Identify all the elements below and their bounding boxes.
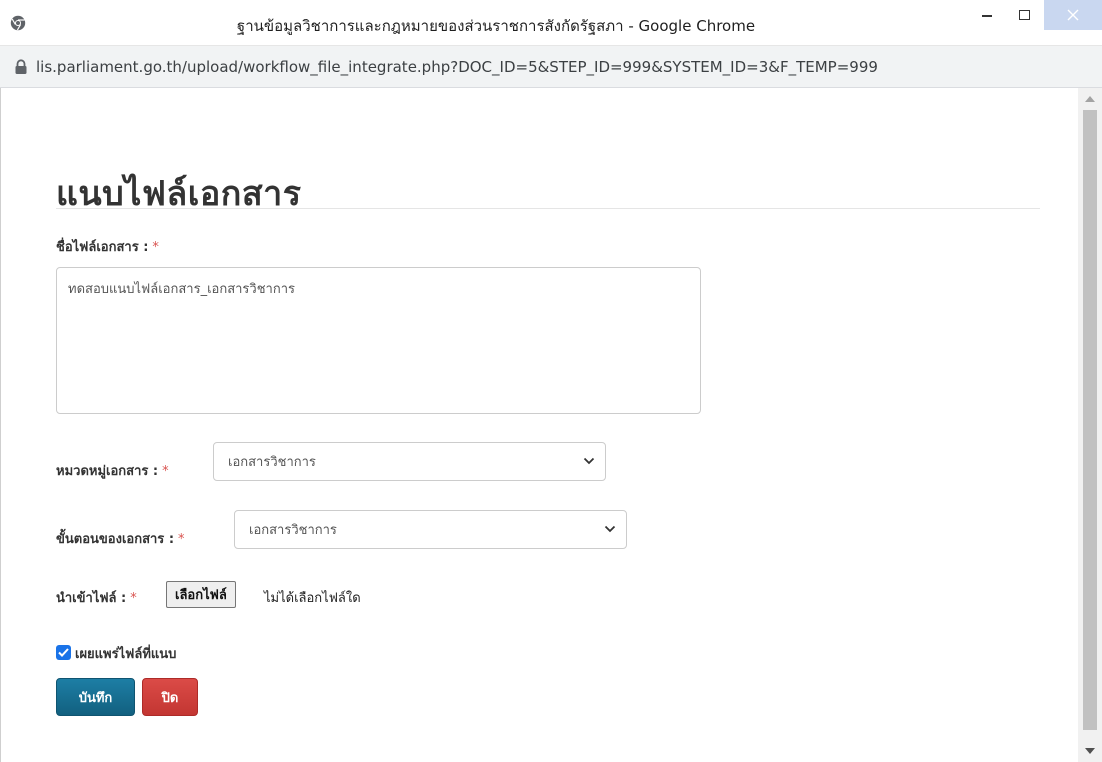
import-label: นำเข้าไฟล์ : (56, 591, 127, 606)
check-icon (58, 648, 69, 657)
required-mark: * (130, 591, 137, 606)
chevron-down-icon (583, 457, 595, 465)
no-file-chosen-text: ไม่ได้เลือกไฟล์ใด (264, 591, 361, 606)
required-mark: * (162, 464, 169, 479)
window-title: ฐานข้อมูลวิชาการและกฎหมายของส่วนราชการสั… (236, 17, 756, 35)
category-label-row: หมวดหมู่เอกสาร : * (56, 460, 169, 481)
step-select[interactable]: เอกสารวิชาการ (234, 510, 627, 549)
required-mark: * (152, 240, 159, 255)
minimize-button[interactable] (967, 0, 1007, 30)
url-text[interactable]: lis.parliament.go.th/upload/workflow_fil… (36, 58, 878, 76)
publish-label[interactable]: เผยแพร่ไฟล์ที่แนบ (75, 643, 176, 664)
save-button[interactable]: บันทึก (56, 678, 135, 716)
close-button[interactable]: ปิด (142, 678, 198, 716)
close-icon (1067, 9, 1079, 21)
filename-label-row: ชื่อไฟล์เอกสาร : * (56, 236, 159, 257)
maximize-icon (1018, 10, 1030, 20)
chevron-down-icon (604, 525, 616, 533)
scrollbar-thumb[interactable] (1083, 110, 1097, 730)
triangle-up-icon (1085, 96, 1095, 102)
lock-icon (14, 58, 28, 75)
step-label: ขั้นตอนของเอกสาร : (56, 532, 175, 547)
category-selected-value: เอกสารวิชาการ (228, 455, 316, 470)
window-titlebar: ฐานข้อมูลวิชาการและกฎหมายของส่วนราชการสั… (0, 0, 1102, 46)
maximize-button[interactable] (1004, 0, 1044, 30)
scroll-down-button[interactable] (1078, 740, 1102, 762)
step-label-row: ขั้นตอนของเอกสาร : * (56, 528, 185, 549)
step-selected-value: เอกสารวิชาการ (249, 523, 337, 538)
page-border (0, 88, 1, 762)
category-label: หมวดหมู่เอกสาร : (56, 464, 159, 479)
filename-label: ชื่อไฟล์เอกสาร : (56, 240, 149, 255)
filename-textarea[interactable]: ทดสอบแนบไฟล์เอกสาร_เอกสารวิชาการ (56, 267, 701, 414)
address-bar[interactable]: lis.parliament.go.th/upload/workflow_fil… (0, 46, 1102, 88)
vertical-scrollbar[interactable] (1078, 88, 1102, 762)
title-divider (56, 208, 1040, 209)
page-viewport: แนบไฟล์เอกสาร ชื่อไฟล์เอกสาร : * ทดสอบแนบ… (0, 88, 1102, 762)
publish-checkbox[interactable] (56, 645, 71, 660)
close-window-button[interactable] (1044, 0, 1102, 30)
category-select[interactable]: เอกสารวิชาการ (213, 442, 606, 481)
scroll-up-button[interactable] (1078, 88, 1102, 110)
import-label-row: นำเข้าไฟล์ : * (56, 587, 137, 608)
triangle-down-icon (1085, 748, 1095, 754)
page-title: แนบไฟล์เอกสาร (56, 174, 302, 214)
required-mark: * (178, 532, 185, 547)
minimize-icon (982, 15, 992, 17)
choose-file-button[interactable]: เลือกไฟล์ (166, 581, 236, 608)
